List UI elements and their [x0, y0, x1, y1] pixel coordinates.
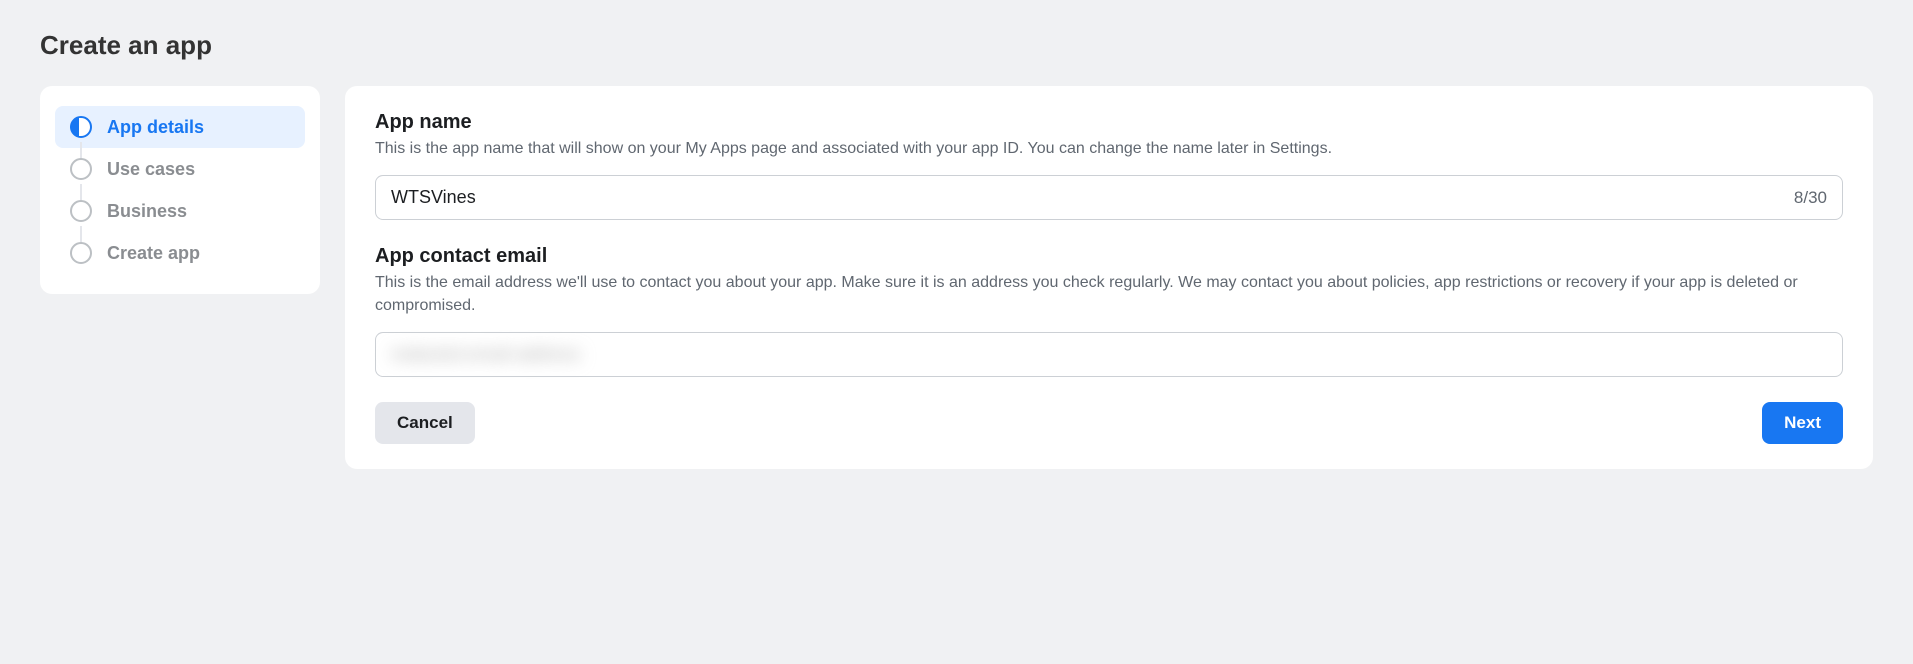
contact-email-input-wrapper[interactable]: [375, 332, 1843, 377]
cancel-button[interactable]: Cancel: [375, 402, 475, 444]
char-counter: 8/30: [1794, 188, 1827, 208]
app-name-input-wrapper[interactable]: 8/30: [375, 175, 1843, 220]
step-label: Use cases: [107, 159, 195, 180]
app-name-label: App name: [375, 111, 1843, 134]
step-indicator-icon: [70, 116, 92, 138]
page-title: Create an app: [40, 30, 1873, 61]
step-business[interactable]: Business: [55, 190, 305, 232]
step-indicator-icon: [70, 158, 92, 180]
contact-email-description: This is the email address we'll use to c…: [375, 272, 1843, 317]
app-name-input[interactable]: [391, 187, 1784, 208]
step-label: App details: [107, 117, 204, 138]
step-indicator-icon: [70, 200, 92, 222]
contact-email-label: App contact email: [375, 245, 1843, 268]
contact-email-input[interactable]: [391, 344, 1827, 365]
stepper-sidebar: App details Use cases Business Create ap…: [40, 86, 320, 294]
step-label: Create app: [107, 243, 200, 264]
app-name-description: This is the app name that will show on y…: [375, 138, 1843, 160]
step-create-app[interactable]: Create app: [55, 232, 305, 274]
next-button[interactable]: Next: [1762, 402, 1843, 444]
step-label: Business: [107, 201, 187, 222]
step-indicator-icon: [70, 242, 92, 264]
step-app-details[interactable]: App details: [55, 106, 305, 148]
form-panel: App name This is the app name that will …: [345, 86, 1873, 469]
step-use-cases[interactable]: Use cases: [55, 148, 305, 190]
